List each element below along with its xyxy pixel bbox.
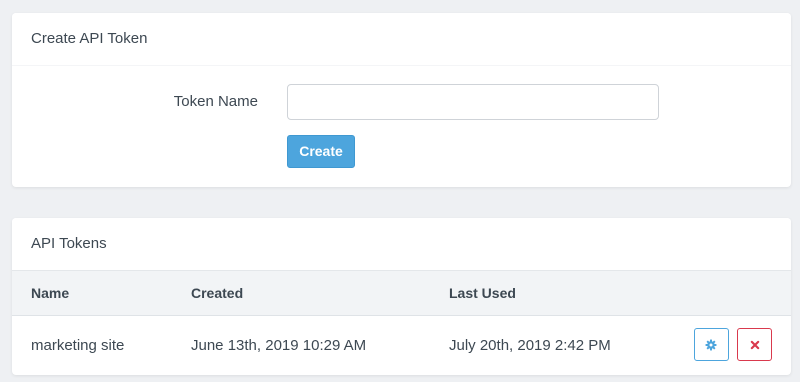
api-tokens-panel-title: API Tokens xyxy=(12,218,791,270)
column-header-created: Created xyxy=(191,285,244,301)
api-tokens-panel: API Tokens Name Created Last Used market… xyxy=(12,218,791,375)
gear-icon xyxy=(705,339,717,350)
table-row: marketing site June 13th, 2019 10:29 AM … xyxy=(12,316,791,375)
token-name-input[interactable] xyxy=(287,84,659,120)
create-token-panel: Create API Token Token Name Create xyxy=(12,13,791,187)
token-name-form-row: Token Name xyxy=(12,84,791,120)
token-settings-button[interactable] xyxy=(693,328,729,361)
close-icon xyxy=(750,340,759,349)
row-actions xyxy=(690,328,772,361)
column-header-last-used: Last Used xyxy=(449,285,516,301)
column-header-name: Name xyxy=(31,285,70,301)
token-name-cell: marketing site xyxy=(31,337,125,354)
token-last-used-cell: July 20th, 2019 2:42 PM xyxy=(449,337,611,354)
create-button[interactable]: Create xyxy=(287,135,355,168)
token-created-cell: June 13th, 2019 10:29 AM xyxy=(191,337,367,354)
token-delete-button[interactable] xyxy=(737,328,772,361)
token-name-label: Token Name xyxy=(173,93,258,110)
create-token-panel-title: Create API Token xyxy=(12,13,791,66)
tokens-table-header: Name Created Last Used xyxy=(12,270,791,316)
